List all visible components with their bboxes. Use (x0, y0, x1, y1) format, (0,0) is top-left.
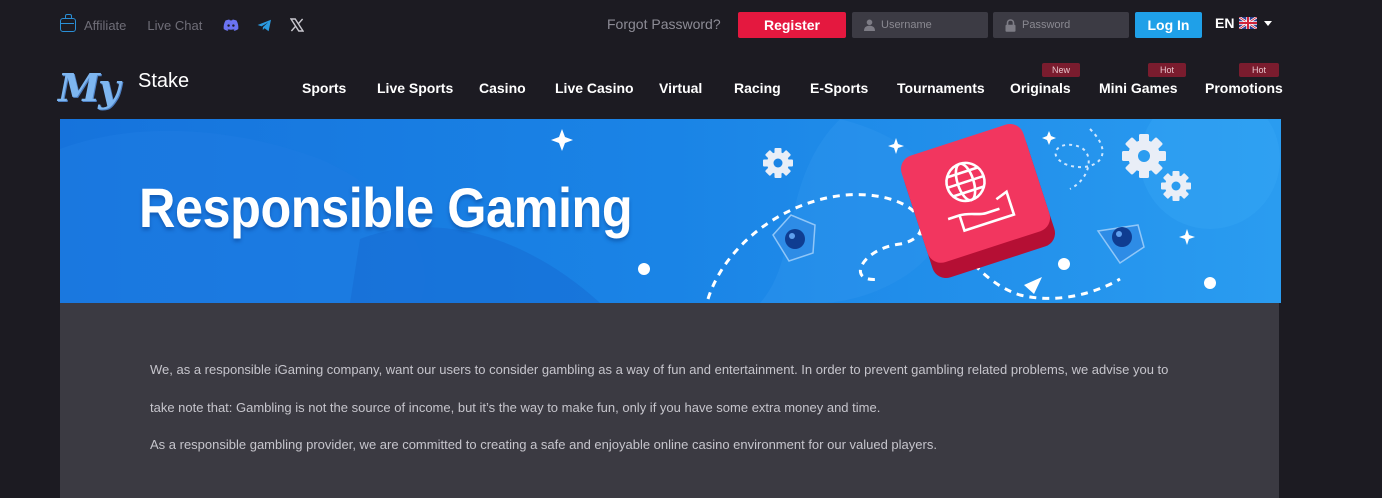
login-button[interactable]: Log In (1135, 12, 1202, 38)
username-field[interactable] (852, 12, 988, 38)
nav-casino[interactable]: Casino (479, 80, 526, 96)
nav-racing[interactable]: Racing (734, 80, 781, 96)
nav-tournaments[interactable]: Tournaments (897, 80, 985, 96)
uk-flag-icon (1239, 17, 1258, 29)
nav-live-sports[interactable]: Live Sports (377, 80, 453, 96)
chevron-down-icon (1264, 20, 1273, 26)
banner-title: Responsible Gaming (139, 176, 633, 239)
nav-mini-games[interactable]: Mini Games (1099, 80, 1178, 96)
telegram-icon[interactable] (257, 19, 272, 32)
live-chat-link[interactable]: Live Chat (147, 18, 202, 33)
language-code: EN (1215, 15, 1235, 31)
register-button[interactable]: Register (738, 12, 846, 38)
password-field[interactable] (993, 12, 1129, 38)
user-icon (864, 19, 875, 31)
nav-promotions[interactable]: Promotions (1205, 80, 1283, 96)
username-input[interactable] (881, 19, 981, 31)
nav-live-casino[interactable]: Live Casino (555, 80, 634, 96)
briefcase-icon (60, 14, 76, 32)
content-panel: We, as a responsible iGaming company, wa… (60, 303, 1279, 498)
nav-sports[interactable]: Sports (302, 80, 346, 96)
hot-badge: Hot (1148, 63, 1186, 77)
paragraph-2: As a responsible gambling provider, we a… (150, 437, 937, 452)
password-input[interactable] (1022, 19, 1122, 31)
lock-icon (1005, 18, 1016, 32)
top-bar: Affiliate Live Chat Forgot Password? Reg… (0, 0, 1382, 50)
main-nav: Sports Live Sports Casino Live Casino Vi… (0, 80, 1382, 100)
top-links: Affiliate Live Chat (60, 14, 322, 36)
responsible-gaming-banner: Responsible Gaming (60, 119, 1281, 303)
new-badge: New (1042, 63, 1080, 77)
nav-e-sports[interactable]: E-Sports (810, 80, 868, 96)
forgot-password-link[interactable]: Forgot Password? (607, 16, 721, 32)
affiliate-link[interactable]: Affiliate (84, 18, 126, 33)
nav-originals[interactable]: Originals (1010, 80, 1071, 96)
x-icon[interactable] (290, 18, 305, 32)
discord-icon[interactable] (223, 19, 239, 31)
nav-virtual[interactable]: Virtual (659, 80, 702, 96)
paragraph-1-line-2: take note that: Gambling is not the sour… (150, 400, 881, 415)
hot-badge: Hot (1239, 63, 1279, 77)
paragraph-1-line-1: We, as a responsible iGaming company, wa… (150, 362, 1169, 377)
language-selector[interactable]: EN (1215, 15, 1273, 31)
